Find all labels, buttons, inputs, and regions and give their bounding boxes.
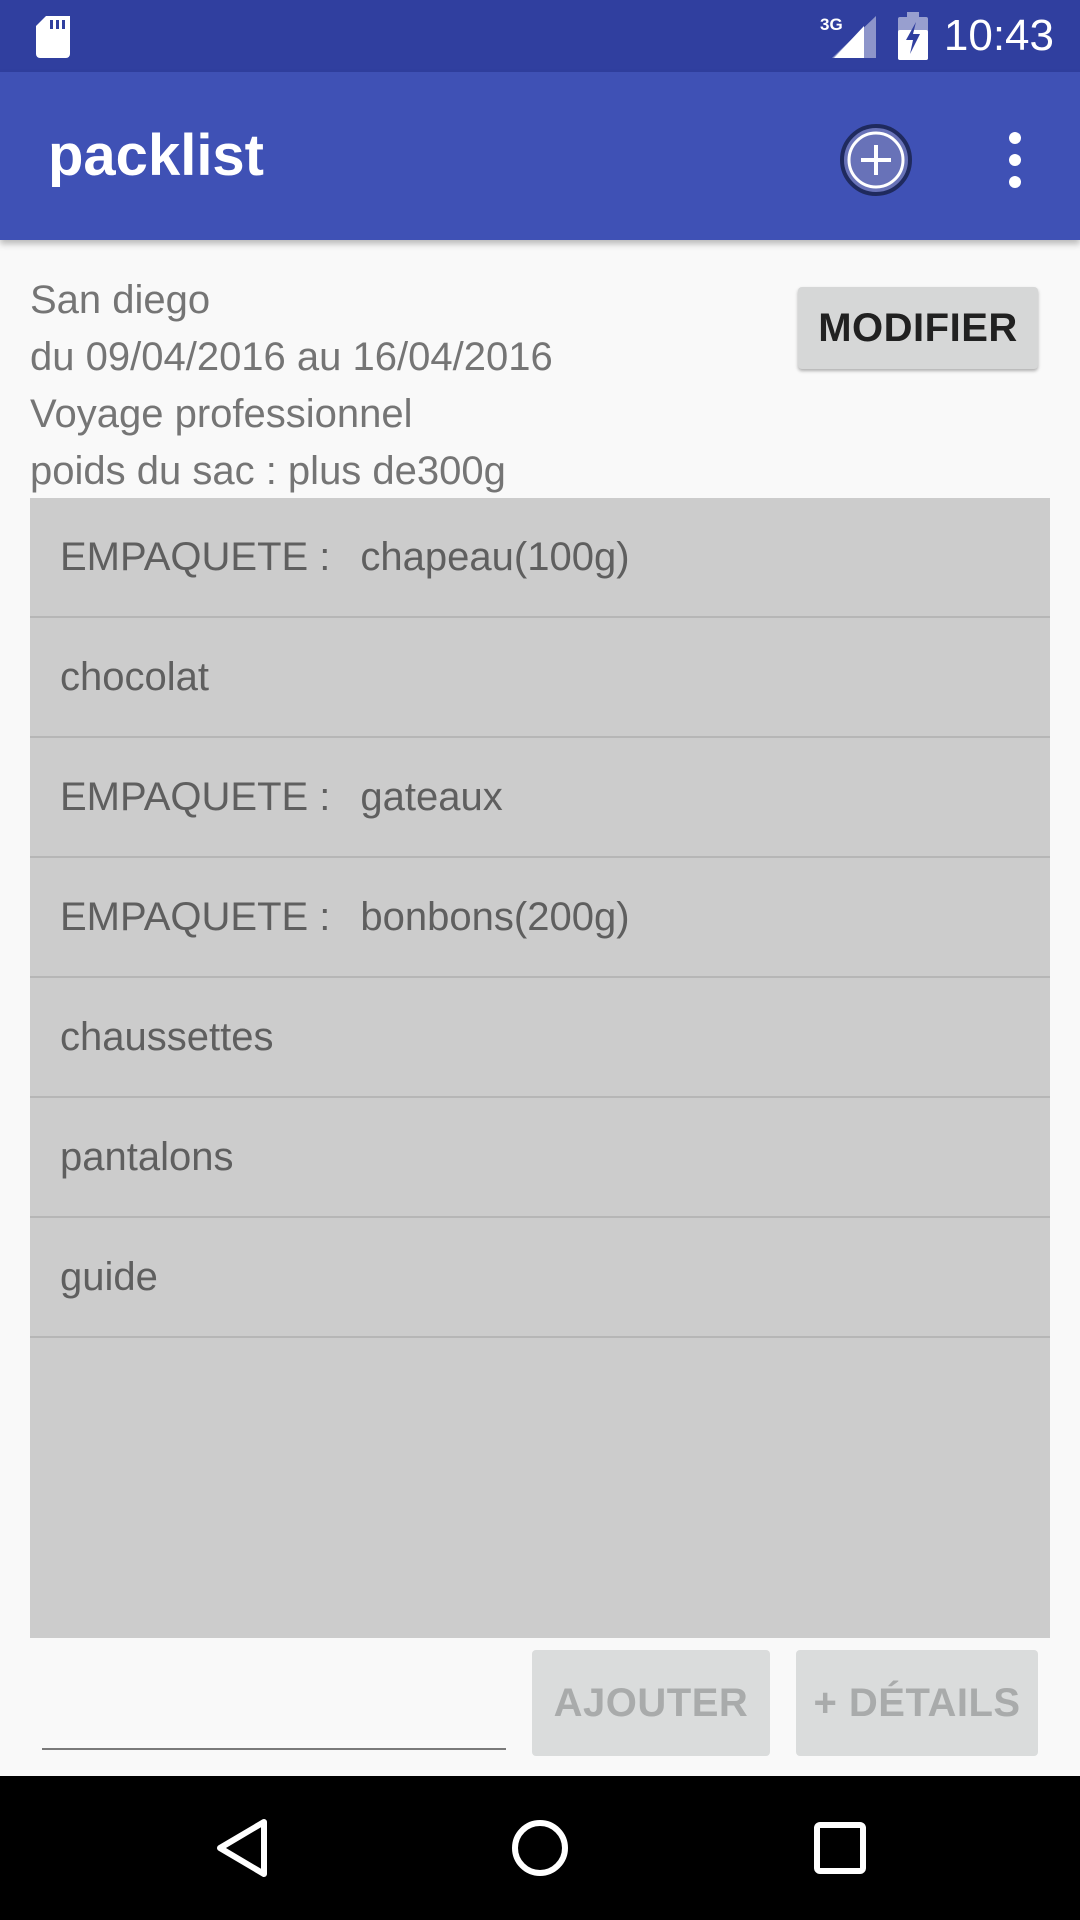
- trip-info: San diego du 09/04/2016 au 16/04/2016 Vo…: [30, 272, 553, 500]
- list-item[interactable]: chocolat: [30, 618, 1050, 738]
- item-name: chocolat: [60, 654, 209, 699]
- list-item[interactable]: pantalons: [30, 1098, 1050, 1218]
- add-item-button[interactable]: AJOUTER: [532, 1650, 770, 1756]
- home-button[interactable]: [510, 1816, 570, 1885]
- list-item[interactable]: chaussettes: [30, 978, 1050, 1098]
- trip-dates: du 09/04/2016 au 16/04/2016: [30, 335, 553, 379]
- sd-card-icon: [36, 16, 70, 58]
- recents-icon: [814, 1822, 866, 1874]
- item-name: chaussettes: [60, 1014, 274, 1059]
- packed-status-label: EMPAQUETE :: [60, 774, 331, 819]
- signal-icon: 3G: [820, 15, 876, 58]
- item-name: bonbons(200g): [360, 894, 630, 939]
- navigation-bar: [0, 1776, 1080, 1920]
- trip-destination: San diego: [30, 278, 211, 322]
- add-details-button[interactable]: + DÉTAILS: [796, 1650, 1038, 1756]
- battery-charging-icon: [898, 12, 928, 60]
- trip-type: Voyage professionnel: [30, 392, 413, 436]
- item-name: guide: [60, 1254, 158, 1299]
- list-item[interactable]: EMPAQUETE : chapeau(100g): [30, 498, 1050, 618]
- list-item[interactable]: guide: [30, 1218, 1050, 1338]
- item-name: chapeau(100g): [360, 534, 630, 579]
- overflow-menu-button[interactable]: [990, 130, 1040, 190]
- network-type-label: 3G: [820, 15, 843, 34]
- recents-button[interactable]: [812, 1816, 868, 1885]
- app-title: packlist: [48, 123, 264, 188]
- packed-status-label: EMPAQUETE :: [60, 894, 331, 939]
- list-item[interactable]: EMPAQUETE : bonbons(200g): [30, 858, 1050, 978]
- list-item[interactable]: EMPAQUETE : gateaux: [30, 738, 1050, 858]
- status-bar: 3G 10:43: [0, 0, 1080, 72]
- add-list-button[interactable]: [838, 122, 914, 198]
- packed-status-label: EMPAQUETE :: [60, 534, 331, 579]
- new-item-input[interactable]: [42, 1660, 510, 1748]
- modify-button[interactable]: MODIFIER: [798, 287, 1038, 369]
- more-vert-icon: [1009, 132, 1021, 188]
- input-underline: [42, 1748, 506, 1750]
- item-name: gateaux: [360, 774, 503, 819]
- back-button[interactable]: [214, 1816, 270, 1885]
- bag-weight: poids du sac : plus de300g: [30, 449, 506, 493]
- home-icon: [512, 1820, 568, 1876]
- packing-list[interactable]: EMPAQUETE : chapeau(100g) chocolat EMPAQ…: [30, 498, 1050, 1638]
- back-icon: [217, 1819, 267, 1877]
- item-name: pantalons: [60, 1134, 234, 1179]
- add-circle-icon: [840, 124, 912, 196]
- clock: 10:43: [943, 11, 1054, 60]
- app-bar: packlist: [0, 72, 1080, 240]
